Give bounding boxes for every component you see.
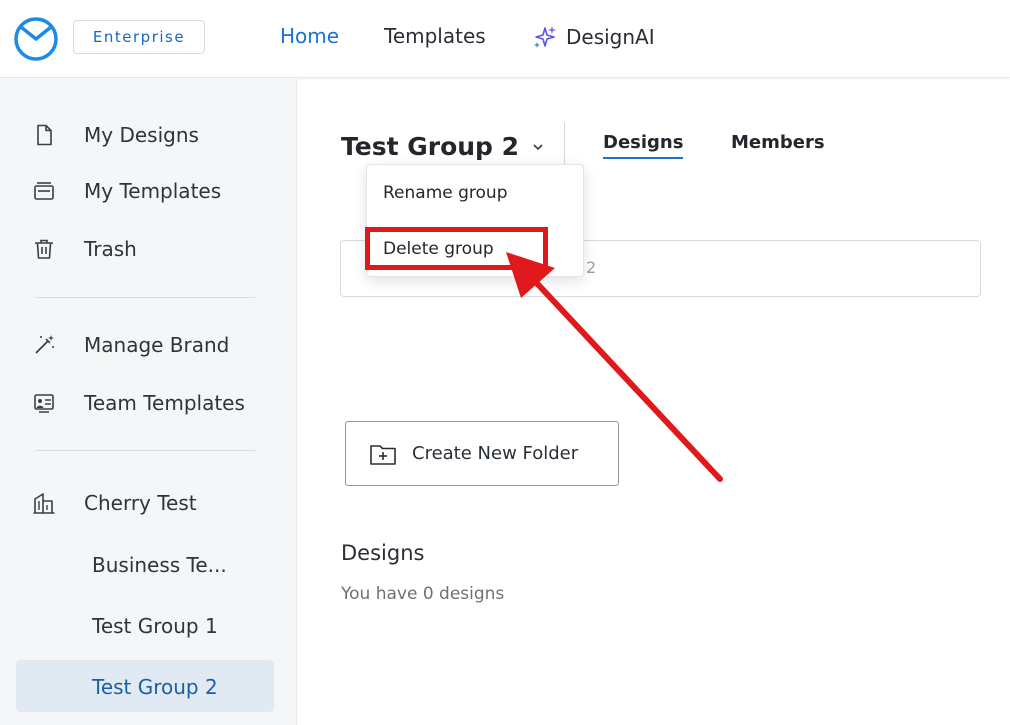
sidebar-group-test-group-2[interactable]: Test Group 2 bbox=[92, 675, 218, 699]
top-bar: Enterprise Home Templates DesignAI bbox=[0, 0, 1010, 78]
sidebar-divider bbox=[35, 297, 255, 298]
sparkle-icon bbox=[534, 26, 556, 48]
rename-group-option[interactable]: Rename group bbox=[383, 183, 508, 203]
sidebar-group-test-group-1[interactable]: Test Group 1 bbox=[92, 614, 218, 638]
chevron-down-icon bbox=[533, 143, 543, 150]
nav-templates[interactable]: Templates bbox=[384, 24, 486, 48]
header-divider bbox=[564, 122, 565, 166]
folder-plus-icon bbox=[370, 444, 396, 465]
building-icon bbox=[33, 493, 55, 514]
sidebar-item-my-designs[interactable]: My Designs bbox=[32, 123, 199, 147]
sidebar-item-label: Team Templates bbox=[84, 391, 245, 415]
sidebar-item-label: Manage Brand bbox=[84, 333, 230, 357]
designs-count: You have 0 designs bbox=[341, 584, 505, 604]
sidebar-item-trash[interactable]: Trash bbox=[32, 237, 137, 261]
templates-icon bbox=[34, 182, 54, 200]
team-templates-icon bbox=[34, 394, 54, 413]
create-new-folder-button[interactable]: Create New Folder bbox=[345, 421, 619, 486]
app-logo-icon[interactable] bbox=[12, 14, 60, 62]
magic-wand-icon bbox=[35, 335, 54, 354]
designs-heading: Designs bbox=[341, 541, 425, 565]
sidebar-group-business[interactable]: Business Te... bbox=[92, 553, 227, 577]
sidebar-item-manage-brand[interactable]: Manage Brand bbox=[32, 333, 229, 357]
enterprise-badge: Enterprise bbox=[73, 20, 205, 54]
nav-designai-label: DesignAI bbox=[566, 25, 655, 49]
nav-home[interactable]: Home bbox=[280, 24, 339, 48]
group-title-dropdown[interactable]: Test Group 2 bbox=[341, 132, 545, 161]
sidebar-divider bbox=[35, 450, 255, 451]
search-placeholder: 2 bbox=[586, 258, 597, 277]
sidebar-item-my-templates[interactable]: My Templates bbox=[32, 179, 221, 203]
create-folder-label: Create New Folder bbox=[412, 443, 579, 464]
sidebar-item-team-templates[interactable]: Team Templates bbox=[32, 391, 245, 415]
tab-designs[interactable]: Designs bbox=[603, 132, 684, 159]
trash-icon bbox=[35, 239, 53, 259]
delete-highlight-box bbox=[365, 227, 548, 270]
nav-designai[interactable]: DesignAI bbox=[532, 24, 655, 50]
sidebar-item-cherry-test[interactable]: Cherry Test bbox=[32, 491, 197, 515]
sidebar-item-label: Trash bbox=[84, 237, 137, 261]
sidebar-item-label: My Designs bbox=[84, 123, 199, 147]
document-icon bbox=[37, 124, 52, 146]
sidebar-item-label: Cherry Test bbox=[84, 491, 197, 515]
sidebar: My Designs My Templates Trash Manage Bra… bbox=[0, 79, 297, 725]
group-title: Test Group 2 bbox=[341, 132, 520, 161]
sidebar-item-label: My Templates bbox=[84, 179, 222, 203]
tab-members[interactable]: Members bbox=[731, 132, 825, 153]
